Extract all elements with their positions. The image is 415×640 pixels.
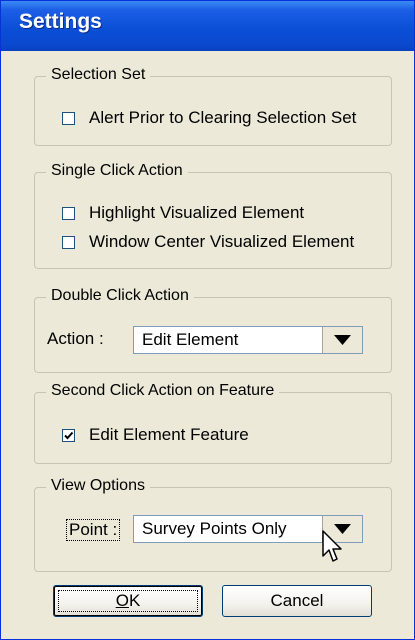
action-dropdown-button[interactable] xyxy=(322,327,362,353)
mouse-pointer-icon xyxy=(322,530,342,562)
double-click-action-legend: Double Click Action xyxy=(46,287,194,305)
action-dropdown[interactable]: Edit Element xyxy=(133,326,363,354)
point-label: Point : xyxy=(66,519,121,541)
edit-element-feature-checkbox[interactable]: Edit Element Feature xyxy=(62,425,249,445)
second-click-action-legend: Second Click Action on Feature xyxy=(46,382,280,400)
edit-element-feature-label: Edit Element Feature xyxy=(89,425,249,444)
chevron-down-icon xyxy=(334,335,351,345)
ok-mnemonic: O xyxy=(115,591,129,610)
ok-button-label: OK xyxy=(116,591,141,610)
alert-prior-clearing-box[interactable] xyxy=(62,111,75,125)
action-dropdown-value: Edit Element xyxy=(142,330,239,349)
cancel-button-label: Cancel xyxy=(270,591,324,610)
dialog-title: Settings xyxy=(19,10,102,33)
window-center-visualized-element-box[interactable] xyxy=(62,235,75,249)
highlight-visualized-element-label: Highlight Visualized Element xyxy=(89,203,305,222)
view-options-legend: View Options xyxy=(46,477,150,495)
window-center-visualized-element-checkbox[interactable]: Window Center Visualized Element xyxy=(62,232,354,252)
cancel-button[interactable]: Cancel xyxy=(222,585,372,617)
single-click-action-legend: Single Click Action xyxy=(46,162,188,180)
selection-set-legend: Selection Set xyxy=(46,66,151,84)
checkmark-icon xyxy=(64,431,74,439)
highlight-visualized-element-box[interactable] xyxy=(62,206,75,220)
point-dropdown-value: Survey Points Only xyxy=(142,519,287,538)
ok-rest: K xyxy=(128,591,141,610)
action-label: Action : xyxy=(47,329,104,348)
window-center-visualized-element-label: Window Center Visualized Element xyxy=(89,232,355,251)
alert-prior-clearing-checkbox[interactable]: Alert Prior to Clearing Selection Set xyxy=(62,108,356,128)
ok-button[interactable]: OK xyxy=(53,585,203,617)
edit-element-feature-box[interactable] xyxy=(62,428,75,442)
highlight-visualized-element-checkbox[interactable]: Highlight Visualized Element xyxy=(62,203,304,223)
title-bar[interactable]: Settings xyxy=(1,1,414,51)
alert-prior-clearing-label: Alert Prior to Clearing Selection Set xyxy=(89,108,357,127)
